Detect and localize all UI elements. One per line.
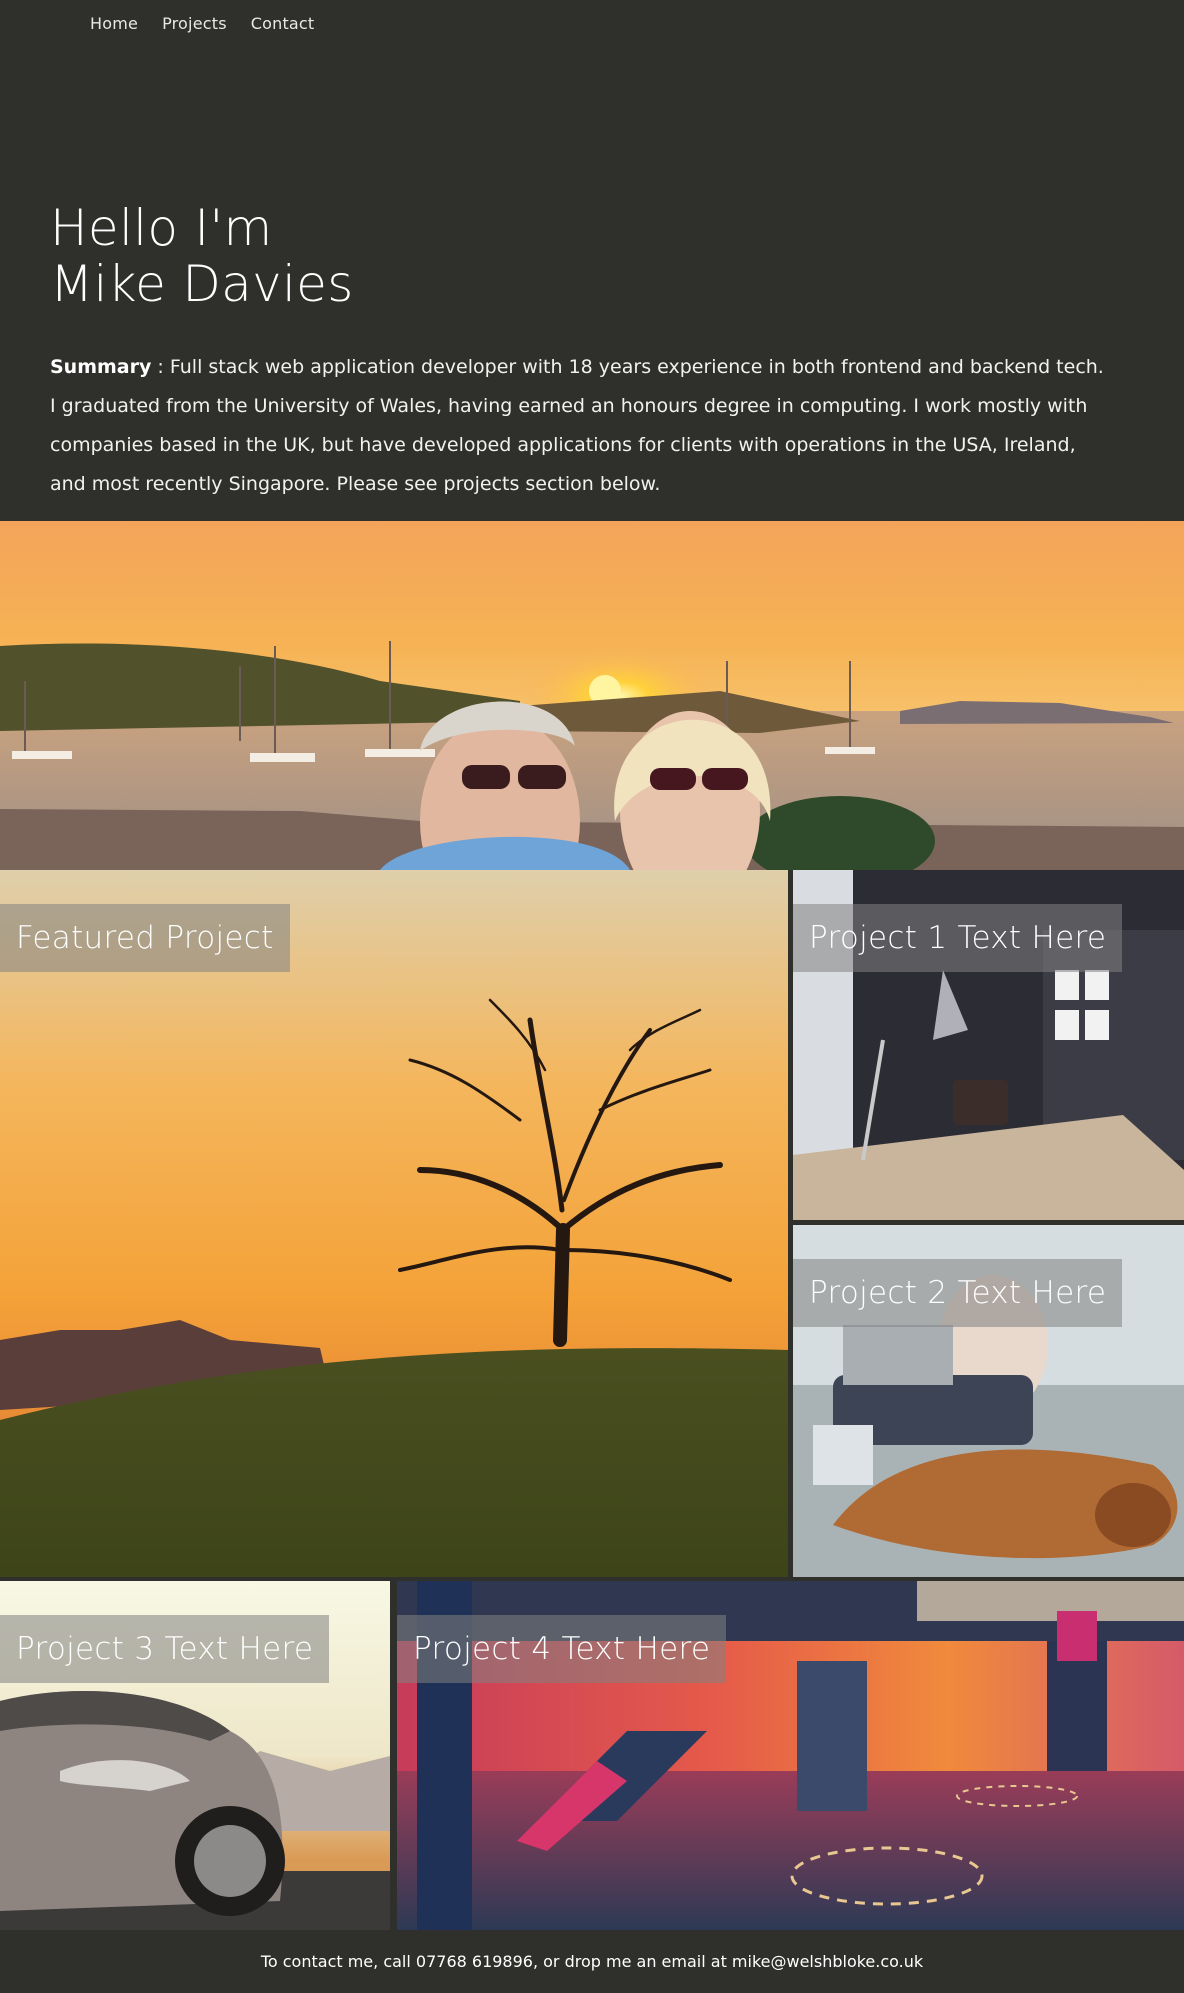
project-1-label: Project 1 Text Here [793,904,1123,972]
project-4-label: Project 4 Text Here [397,1615,727,1683]
project-1-tile[interactable]: Project 1 Text Here [793,870,1184,1220]
hero-title: Hello I'm Mike Davies [50,200,354,312]
nav-contact-link[interactable]: Contact [251,14,315,33]
summary-label: Summary [50,356,152,378]
summary-text: : Full stack web application developer w… [50,356,1104,495]
project-2-label: Project 2 Text Here [793,1259,1123,1327]
project-3-tile[interactable]: Project 3 Text Here [0,1581,390,1930]
nav-projects-link[interactable]: Projects [162,14,227,33]
hero-photo-sunset-couple [0,521,1184,870]
project-2-tile[interactable]: Project 2 Text Here [793,1225,1184,1577]
footer-contact-text: To contact me, call 07768 619896, or dro… [260,1952,924,1971]
nav-home-link[interactable]: Home [90,14,138,33]
hero-greeting: Hello I'm [50,199,273,257]
featured-project-label: Featured Project [0,904,290,972]
hero-name: Mike Davies [50,255,354,313]
project-4-tile[interactable]: Project 4 Text Here [397,1581,1184,1930]
featured-project-tile[interactable]: Featured Project [0,870,788,1577]
project-3-label: Project 3 Text Here [0,1615,330,1683]
footer: To contact me, call 07768 619896, or dro… [0,1930,1184,1993]
summary-paragraph: Summary : Full stack web application dev… [50,348,1110,504]
featured-tree-image [0,870,788,1577]
top-nav: Home Projects Contact [90,14,314,33]
